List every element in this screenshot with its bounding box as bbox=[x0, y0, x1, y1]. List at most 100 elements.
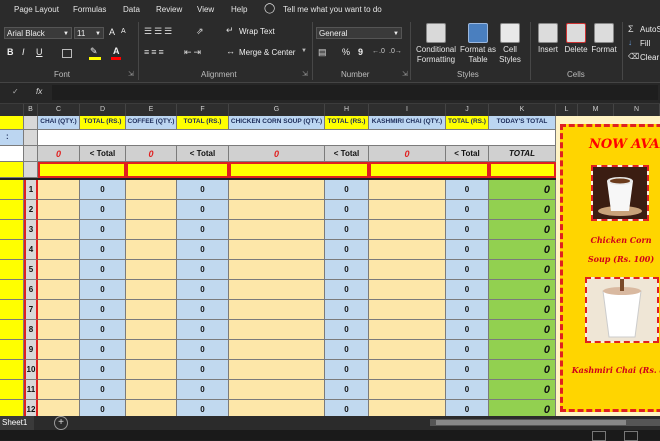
chai-total-cell[interactable]: 0 bbox=[80, 280, 126, 300]
header-coffee-total[interactable]: TOTAL (RS.) bbox=[177, 116, 229, 130]
summary-chai-total[interactable]: < Total bbox=[80, 146, 126, 162]
italic-button[interactable]: I bbox=[22, 47, 25, 57]
cell[interactable] bbox=[38, 280, 80, 300]
cell[interactable] bbox=[24, 162, 38, 178]
cell[interactable] bbox=[0, 400, 24, 416]
chai-total-cell[interactable]: 0 bbox=[80, 340, 126, 360]
cell[interactable] bbox=[489, 162, 556, 178]
coffee-total-cell[interactable]: 0 bbox=[177, 300, 229, 320]
soup-total-cell[interactable]: 0 bbox=[325, 180, 369, 200]
coffee-total-cell[interactable]: 0 bbox=[177, 320, 229, 340]
soup-total-cell[interactable]: 0 bbox=[325, 200, 369, 220]
cell[interactable] bbox=[126, 340, 177, 360]
column-header-a[interactable] bbox=[0, 104, 24, 116]
row-number[interactable]: 6 bbox=[24, 280, 38, 300]
summary-coffee-qty[interactable]: 0 bbox=[126, 146, 177, 162]
cell[interactable] bbox=[369, 320, 446, 340]
cell[interactable] bbox=[38, 400, 80, 416]
cell[interactable] bbox=[229, 162, 369, 178]
confirm-icon[interactable]: ✓ bbox=[12, 87, 19, 96]
formula-input[interactable] bbox=[52, 85, 658, 100]
row-number[interactable]: 10 bbox=[24, 360, 38, 380]
cell[interactable] bbox=[0, 320, 24, 340]
kashmiri-total-cell[interactable]: 0 bbox=[446, 320, 489, 340]
kashmiri-total-cell[interactable]: 0 bbox=[446, 300, 489, 320]
scrollbar-thumb[interactable] bbox=[436, 420, 626, 425]
summary-kashmiri-total[interactable]: < Total bbox=[446, 146, 489, 162]
add-sheet-button[interactable]: + bbox=[54, 416, 68, 430]
cell[interactable] bbox=[0, 380, 24, 400]
number-format-dropdown[interactable]: General ▼ bbox=[316, 27, 402, 39]
soup-total-cell[interactable]: 0 bbox=[325, 320, 369, 340]
column-header-g[interactable]: G bbox=[229, 104, 325, 116]
dialog-launcher-icon[interactable]: ⇲ bbox=[128, 70, 134, 78]
promo-banner[interactable]: NOW AVAI Chicken Corn Soup (Rs. 100) Kas… bbox=[560, 124, 660, 412]
cell[interactable] bbox=[126, 260, 177, 280]
chai-total-cell[interactable]: 0 bbox=[80, 220, 126, 240]
menu-help[interactable]: Help bbox=[231, 5, 247, 14]
summary-chai-qty[interactable]: 0 bbox=[38, 146, 80, 162]
cell[interactable] bbox=[38, 360, 80, 380]
kashmiri-total-cell[interactable]: 0 bbox=[446, 340, 489, 360]
align-center-icons[interactable]: ≡≡≡ bbox=[144, 47, 166, 57]
column-header-d[interactable]: D bbox=[80, 104, 126, 116]
format-button[interactable]: Format bbox=[590, 23, 618, 55]
cell[interactable] bbox=[229, 280, 325, 300]
cell[interactable] bbox=[229, 320, 325, 340]
cell[interactable] bbox=[229, 380, 325, 400]
cell[interactable] bbox=[126, 240, 177, 260]
header-coffee-qty[interactable]: COFFEE (QTY.) bbox=[126, 116, 177, 130]
chai-total-cell[interactable]: 0 bbox=[80, 260, 126, 280]
row-number[interactable]: 4 bbox=[24, 240, 38, 260]
dialog-launcher-icon[interactable]: ⇲ bbox=[402, 70, 408, 78]
coffee-total-cell[interactable]: 0 bbox=[177, 220, 229, 240]
todays-total-cell[interactable]: 0 bbox=[489, 260, 556, 280]
summary-soup-total[interactable]: < Total bbox=[325, 146, 369, 162]
decrease-decimal-icon[interactable]: .0→ bbox=[389, 48, 402, 55]
cell[interactable] bbox=[0, 116, 24, 130]
cell[interactable] bbox=[369, 240, 446, 260]
cell[interactable] bbox=[126, 320, 177, 340]
coffee-total-cell[interactable]: 0 bbox=[177, 400, 229, 416]
align-top-icons[interactable]: ☰☰☰ bbox=[144, 26, 174, 37]
column-header-f[interactable]: F bbox=[177, 104, 229, 116]
soup-total-cell[interactable]: 0 bbox=[325, 340, 369, 360]
soup-total-cell[interactable]: 0 bbox=[325, 300, 369, 320]
cell[interactable] bbox=[0, 180, 24, 200]
underline-button[interactable]: U bbox=[36, 47, 43, 57]
row-number[interactable]: 7 bbox=[24, 300, 38, 320]
row-number[interactable]: 9 bbox=[24, 340, 38, 360]
kashmiri-total-cell[interactable]: 0 bbox=[446, 400, 489, 416]
cell[interactable] bbox=[0, 360, 24, 380]
font-name-dropdown[interactable]: Arial Black ▼ bbox=[4, 27, 72, 39]
cell[interactable] bbox=[38, 320, 80, 340]
soup-total-cell[interactable]: 0 bbox=[325, 220, 369, 240]
header-todays-total[interactable]: TODAY'S TOTAL bbox=[489, 116, 556, 130]
soup-total-cell[interactable]: 0 bbox=[325, 240, 369, 260]
cell[interactable] bbox=[0, 340, 24, 360]
cell[interactable] bbox=[0, 260, 24, 280]
column-header-m[interactable]: M bbox=[578, 104, 614, 116]
todays-total-cell[interactable]: 0 bbox=[489, 400, 556, 416]
column-header-e[interactable]: E bbox=[126, 104, 177, 116]
chai-total-cell[interactable]: 0 bbox=[80, 320, 126, 340]
kashmiri-total-cell[interactable]: 0 bbox=[446, 240, 489, 260]
row-number[interactable]: 2 bbox=[24, 200, 38, 220]
summary-coffee-total[interactable]: < Total bbox=[177, 146, 229, 162]
menu-data[interactable]: Data bbox=[123, 5, 140, 14]
row-number[interactable]: 11 bbox=[24, 380, 38, 400]
row-number[interactable]: 3 bbox=[24, 220, 38, 240]
todays-total-cell[interactable]: 0 bbox=[489, 340, 556, 360]
chai-total-cell[interactable]: 0 bbox=[80, 400, 126, 416]
column-header-j[interactable]: J bbox=[446, 104, 489, 116]
increase-font-button[interactable]: A bbox=[109, 27, 115, 37]
cell[interactable] bbox=[38, 162, 126, 178]
font-color-button[interactable]: A bbox=[113, 46, 120, 56]
menu-view[interactable]: View bbox=[197, 5, 214, 14]
header-soup-total[interactable]: TOTAL (RS.) bbox=[325, 116, 369, 130]
cell[interactable] bbox=[126, 360, 177, 380]
cell[interactable] bbox=[369, 400, 446, 416]
chai-total-cell[interactable]: 0 bbox=[80, 180, 126, 200]
cell[interactable] bbox=[38, 300, 80, 320]
cell[interactable] bbox=[369, 220, 446, 240]
